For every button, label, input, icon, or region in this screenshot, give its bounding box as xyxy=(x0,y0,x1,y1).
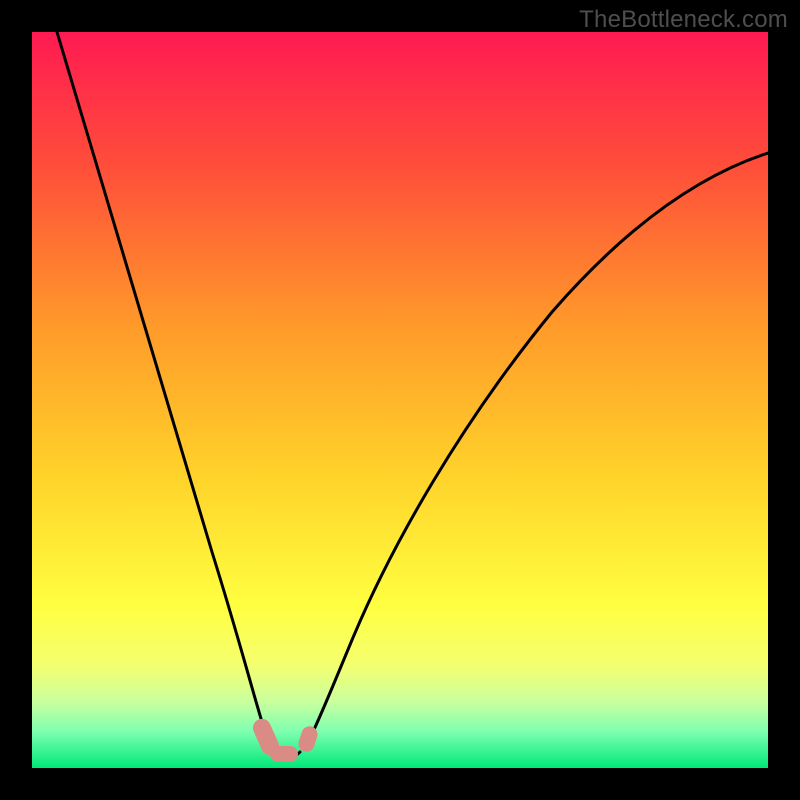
curve-right-branch xyxy=(310,150,768,738)
watermark-text: TheBottleneck.com xyxy=(579,6,788,34)
bottleneck-curve xyxy=(32,32,768,768)
chart-frame: TheBottleneck.com xyxy=(0,0,800,800)
curve-left-branch xyxy=(54,32,276,752)
plot-area xyxy=(32,32,768,768)
trough-marker-bottom xyxy=(270,746,298,762)
